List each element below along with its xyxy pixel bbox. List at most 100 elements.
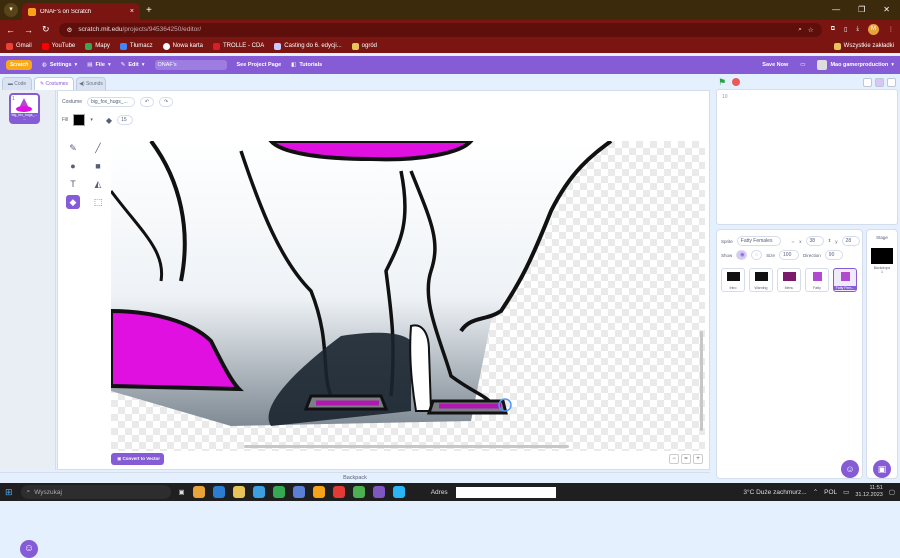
project-title-input[interactable]: ONAF's (154, 60, 227, 70)
bookmark-youtube[interactable]: YouTube (41, 42, 75, 50)
close-window-icon[interactable]: ✕ (883, 5, 890, 14)
tab-close-icon[interactable]: × (130, 8, 134, 15)
sprite-tile[interactable]: Warning (749, 268, 773, 292)
app-taskbar-icon[interactable] (292, 486, 305, 498)
zoom-icon[interactable]: ⌕ (798, 26, 802, 34)
scratch-logo[interactable]: Scratch (6, 60, 32, 70)
maximize-icon[interactable]: ❐ (858, 5, 865, 14)
select-tool-icon[interactable]: ⬚ (91, 195, 105, 209)
tab-search-icon[interactable]: ▾ (4, 3, 18, 17)
sprite-tile[interactable]: Intro (721, 268, 745, 292)
tab-costumes[interactable]: ✎ Costumes (34, 77, 74, 90)
all-bookmarks[interactable]: Wszystkie zakładki (833, 42, 894, 50)
browser-tab[interactable]: ONAF's on Scratch × (22, 3, 140, 20)
url-bar[interactable]: ⚙ scratch.mit.edu/projects/945364250/edi… (58, 22, 822, 37)
forward-icon[interactable]: → (24, 25, 33, 35)
app-taskbar-icon[interactable] (272, 486, 285, 498)
bookmark-casting[interactable]: Casting do 6. edycji... (274, 42, 342, 50)
fullscreen-icon[interactable] (887, 77, 896, 87)
sprite-tile-selected[interactable]: Fatty Fem... (833, 268, 857, 292)
side-panel-icon[interactable]: ▯ (844, 26, 847, 33)
back-icon[interactable]: ← (6, 25, 15, 35)
text-tool-icon[interactable]: T (66, 177, 80, 191)
sprite-tile[interactable]: Fatty (805, 268, 829, 292)
my-stuff-folder-icon[interactable]: ▭ (800, 62, 805, 68)
y-input[interactable]: 28 (841, 236, 860, 246)
browser-menu-icon[interactable]: ⋮ (888, 26, 894, 33)
size-input[interactable]: 100 (779, 250, 800, 260)
paint-canvas[interactable] (111, 141, 705, 451)
edit-menu[interactable]: ✎ Edit ▾ (121, 62, 145, 68)
tutorials-button[interactable]: ◧ Tutorials (291, 62, 322, 68)
circle-tool-icon[interactable]: ● (66, 159, 80, 173)
convert-to-vector-button[interactable]: ▣ Convert to Vector (111, 453, 164, 465)
show-eye-icon[interactable]: ◉ (736, 250, 748, 260)
fill-tool-icon[interactable]: ◭ (91, 177, 105, 191)
scratch-taskbar-icon[interactable] (312, 486, 325, 498)
hide-eye-icon[interactable]: ◌ (751, 250, 763, 260)
line-tool-icon[interactable]: ╱ (91, 141, 105, 155)
fill-color-swatch[interactable] (73, 114, 86, 126)
sprite-tile[interactable]: Menu (777, 268, 801, 292)
new-tab-button[interactable]: + (146, 5, 152, 16)
zoom-in-icon[interactable]: + (693, 454, 703, 464)
task-view-icon[interactable]: ▣ (179, 488, 185, 496)
bookmark-translate[interactable]: Tłumacz (119, 42, 153, 50)
brush-tool-icon[interactable]: ✎ (66, 141, 80, 155)
app-taskbar-icon[interactable] (332, 486, 345, 498)
tab-sounds[interactable]: ◀) Sounds (76, 77, 106, 90)
rectangle-tool-icon[interactable]: ■ (91, 159, 105, 173)
profile-avatar[interactable]: M (868, 24, 879, 35)
bookmark-star-icon[interactable]: ☆ (808, 26, 814, 34)
edge-taskbar-icon[interactable] (252, 486, 265, 498)
site-info-icon[interactable]: ⚙ (67, 26, 73, 34)
minimize-icon[interactable]: — (832, 5, 840, 14)
vertical-scrollbar[interactable] (700, 331, 703, 431)
bookmark-new-tab[interactable]: Nowa karta (162, 42, 203, 50)
eraser-tool-icon[interactable]: ◆ (66, 195, 80, 209)
zoom-reset-icon[interactable]: = (681, 454, 691, 464)
undo-icon[interactable]: ↶ (140, 97, 155, 107)
network-icon[interactable]: ▭ (843, 488, 849, 496)
bookmark-mapy[interactable]: Mapy (85, 42, 110, 50)
sprite-name-input[interactable]: Fatty Females (736, 236, 781, 246)
backpack-bar[interactable]: Backpack (0, 472, 710, 483)
chrome-taskbar-icon[interactable] (352, 486, 365, 498)
taskbar-search[interactable]: ⌕ Wyszukaj (20, 485, 171, 499)
tray-chevron-icon[interactable]: ⌃ (813, 488, 818, 496)
app-taskbar-icon[interactable] (372, 486, 385, 498)
store-taskbar-icon[interactable] (212, 486, 225, 498)
tab-code[interactable]: ▬ Code (2, 77, 32, 90)
see-project-page-button[interactable]: See Project Page (237, 62, 282, 68)
windows-start-icon[interactable]: ⊞ (5, 487, 13, 498)
costume-name-input[interactable]: big_fox_hugs_... (87, 97, 136, 107)
costume-thumbnail[interactable]: 1 big_fox_hugs_...... (9, 93, 40, 124)
add-sprite-button[interactable]: ☺ (841, 460, 859, 478)
bookmark-ogrod[interactable]: ogród (351, 42, 377, 50)
green-flag-icon[interactable]: ⚑ (718, 77, 726, 88)
stage-selector-pane[interactable]: Stage Backdrops 1 (866, 229, 898, 479)
save-now-button[interactable]: Save Now (762, 62, 788, 68)
horizontal-scrollbar[interactable] (244, 445, 569, 448)
language-indicator[interactable]: POL (824, 489, 837, 496)
add-backdrop-button[interactable]: ▣ (873, 460, 891, 478)
extensions-icon[interactable]: ⧉ (831, 26, 835, 33)
account-menu[interactable]: Mao gamerproduction ▾ (817, 60, 894, 70)
brush-size-input[interactable]: 15 (117, 115, 134, 125)
taskbar-address-input[interactable] (455, 486, 556, 498)
x-input[interactable]: 38 (805, 236, 824, 246)
stage-canvas[interactable]: 10 (716, 89, 898, 225)
add-costume-button[interactable]: ☺ (20, 540, 38, 558)
chevron-down-icon[interactable]: ▾ (90, 117, 93, 123)
app-taskbar-icon[interactable] (392, 486, 405, 498)
small-stage-icon[interactable] (863, 77, 872, 87)
bookmark-gmail[interactable]: Gmail (6, 42, 32, 50)
weather-status[interactable]: 3°C Duże zachmurz... (743, 489, 806, 496)
reload-icon[interactable]: ↻ (42, 24, 50, 35)
redo-icon[interactable]: ↷ (159, 97, 174, 107)
stop-icon[interactable] (732, 78, 741, 86)
normal-stage-icon[interactable] (875, 77, 884, 87)
zoom-out-icon[interactable]: − (669, 454, 679, 464)
clock[interactable]: 11:51 31.12.2023 (855, 485, 883, 499)
settings-menu[interactable]: ◍ Settings ▾ (42, 62, 77, 68)
